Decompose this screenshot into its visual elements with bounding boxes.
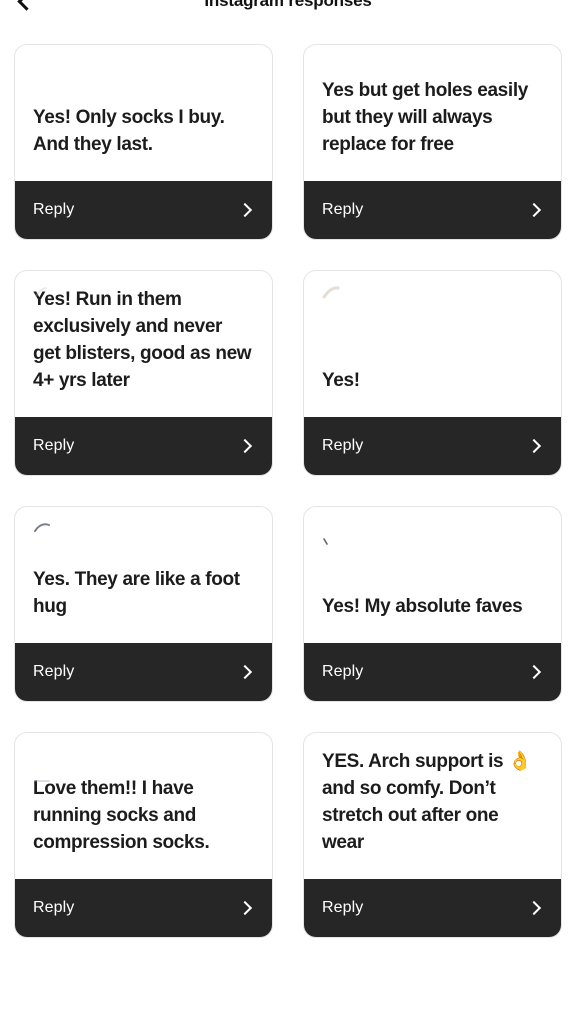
reply-button[interactable]: Reply bbox=[304, 416, 561, 475]
comment-card-body: Yes but get holes easily but they will a… bbox=[304, 45, 561, 181]
screen-root: Instagram responses Yes! Only socks I bu… bbox=[0, 0, 576, 1024]
chevron-right-icon bbox=[237, 202, 253, 218]
reply-button[interactable]: Reply bbox=[15, 181, 272, 239]
chevron-right-icon bbox=[526, 900, 542, 915]
chevron-right-icon bbox=[526, 202, 542, 218]
comment-text: Yes! My absolute faves bbox=[322, 595, 523, 617]
comment-card[interactable]: Yes! Run in them exclusively and never g… bbox=[14, 270, 273, 476]
avatar-smudge-icon bbox=[322, 537, 344, 553]
avatar-smudge-icon bbox=[322, 285, 344, 301]
comment-card-grid: Yes! Only socks I buy. And they last. Re… bbox=[0, 44, 576, 938]
comment-card-body: Love them!! I have running socks and com… bbox=[15, 733, 272, 879]
chevron-right-icon bbox=[237, 664, 253, 679]
comment-card[interactable]: YES. Arch support is 👌 and so comfy. Don… bbox=[303, 731, 562, 938]
comment-card[interactable]: Yes! Only socks I buy. And they last. Re… bbox=[14, 44, 273, 240]
comment-card-body: YES. Arch support is 👌 and so comfy. Don… bbox=[304, 733, 561, 879]
reply-button[interactable]: Reply bbox=[15, 416, 272, 475]
comment-card-body: Yes! Only socks I buy. And they last. bbox=[15, 45, 272, 181]
comment-card[interactable]: Yes! Reply bbox=[303, 270, 562, 476]
chevron-right-icon bbox=[237, 900, 253, 915]
chevron-right-icon bbox=[526, 438, 542, 453]
comment-text-segment: and so comfy. Don’t stretch out after on… bbox=[322, 777, 499, 853]
reply-button[interactable]: Reply bbox=[304, 878, 561, 937]
reply-label: Reply bbox=[322, 662, 364, 680]
reply-label: Reply bbox=[33, 898, 75, 916]
comment-card-body: Yes. They are like a foot hug bbox=[15, 507, 272, 643]
reply-label: Reply bbox=[322, 201, 364, 218]
comment-text: Yes but get holes easily but they will a… bbox=[322, 80, 528, 156]
chevron-right-icon bbox=[526, 664, 542, 679]
comment-card-body: Yes! My absolute faves bbox=[304, 507, 561, 643]
comment-card[interactable]: Yes! My absolute faves Reply bbox=[303, 505, 562, 702]
chevron-left-icon bbox=[16, 0, 36, 11]
reply-button[interactable]: Reply bbox=[304, 181, 561, 239]
reply-label: Reply bbox=[33, 201, 75, 218]
ok-hand-emoji: 👌 bbox=[508, 750, 532, 772]
chevron-right-icon bbox=[237, 438, 253, 453]
comment-card[interactable]: Yes. They are like a foot hug Reply bbox=[14, 505, 273, 702]
comment-card[interactable]: Yes but get holes easily but they will a… bbox=[303, 44, 562, 240]
reply-label: Reply bbox=[33, 436, 75, 454]
comment-card-body: Yes! bbox=[304, 271, 561, 417]
comment-text: Yes! bbox=[322, 369, 360, 391]
back-button[interactable] bbox=[4, 0, 48, 23]
comment-card-body: Yes! Run in them exclusively and never g… bbox=[15, 271, 272, 417]
comment-text: Yes! Run in them exclusively and never g… bbox=[33, 289, 252, 391]
comment-card[interactable]: Love them!! I have running socks and com… bbox=[14, 731, 273, 938]
reply-label: Reply bbox=[322, 436, 364, 454]
comment-text: YES. Arch support is 👌 and so comfy. Don… bbox=[322, 749, 543, 857]
reply-button[interactable]: Reply bbox=[304, 642, 561, 701]
comment-text: Love them!! I have running socks and com… bbox=[33, 777, 210, 853]
comment-text: Yes. They are like a foot hug bbox=[33, 568, 240, 617]
comment-text: Yes! Only socks I buy. And they last. bbox=[33, 107, 225, 156]
reply-label: Reply bbox=[322, 898, 364, 916]
reply-button[interactable]: Reply bbox=[15, 878, 272, 937]
app-header: Instagram responses bbox=[0, 0, 576, 24]
reply-button[interactable]: Reply bbox=[15, 642, 272, 701]
page-title: Instagram responses bbox=[204, 0, 372, 10]
reply-label: Reply bbox=[33, 662, 75, 680]
comment-text-segment: YES. Arch support is bbox=[322, 750, 509, 772]
avatar-smudge-icon bbox=[33, 521, 55, 537]
